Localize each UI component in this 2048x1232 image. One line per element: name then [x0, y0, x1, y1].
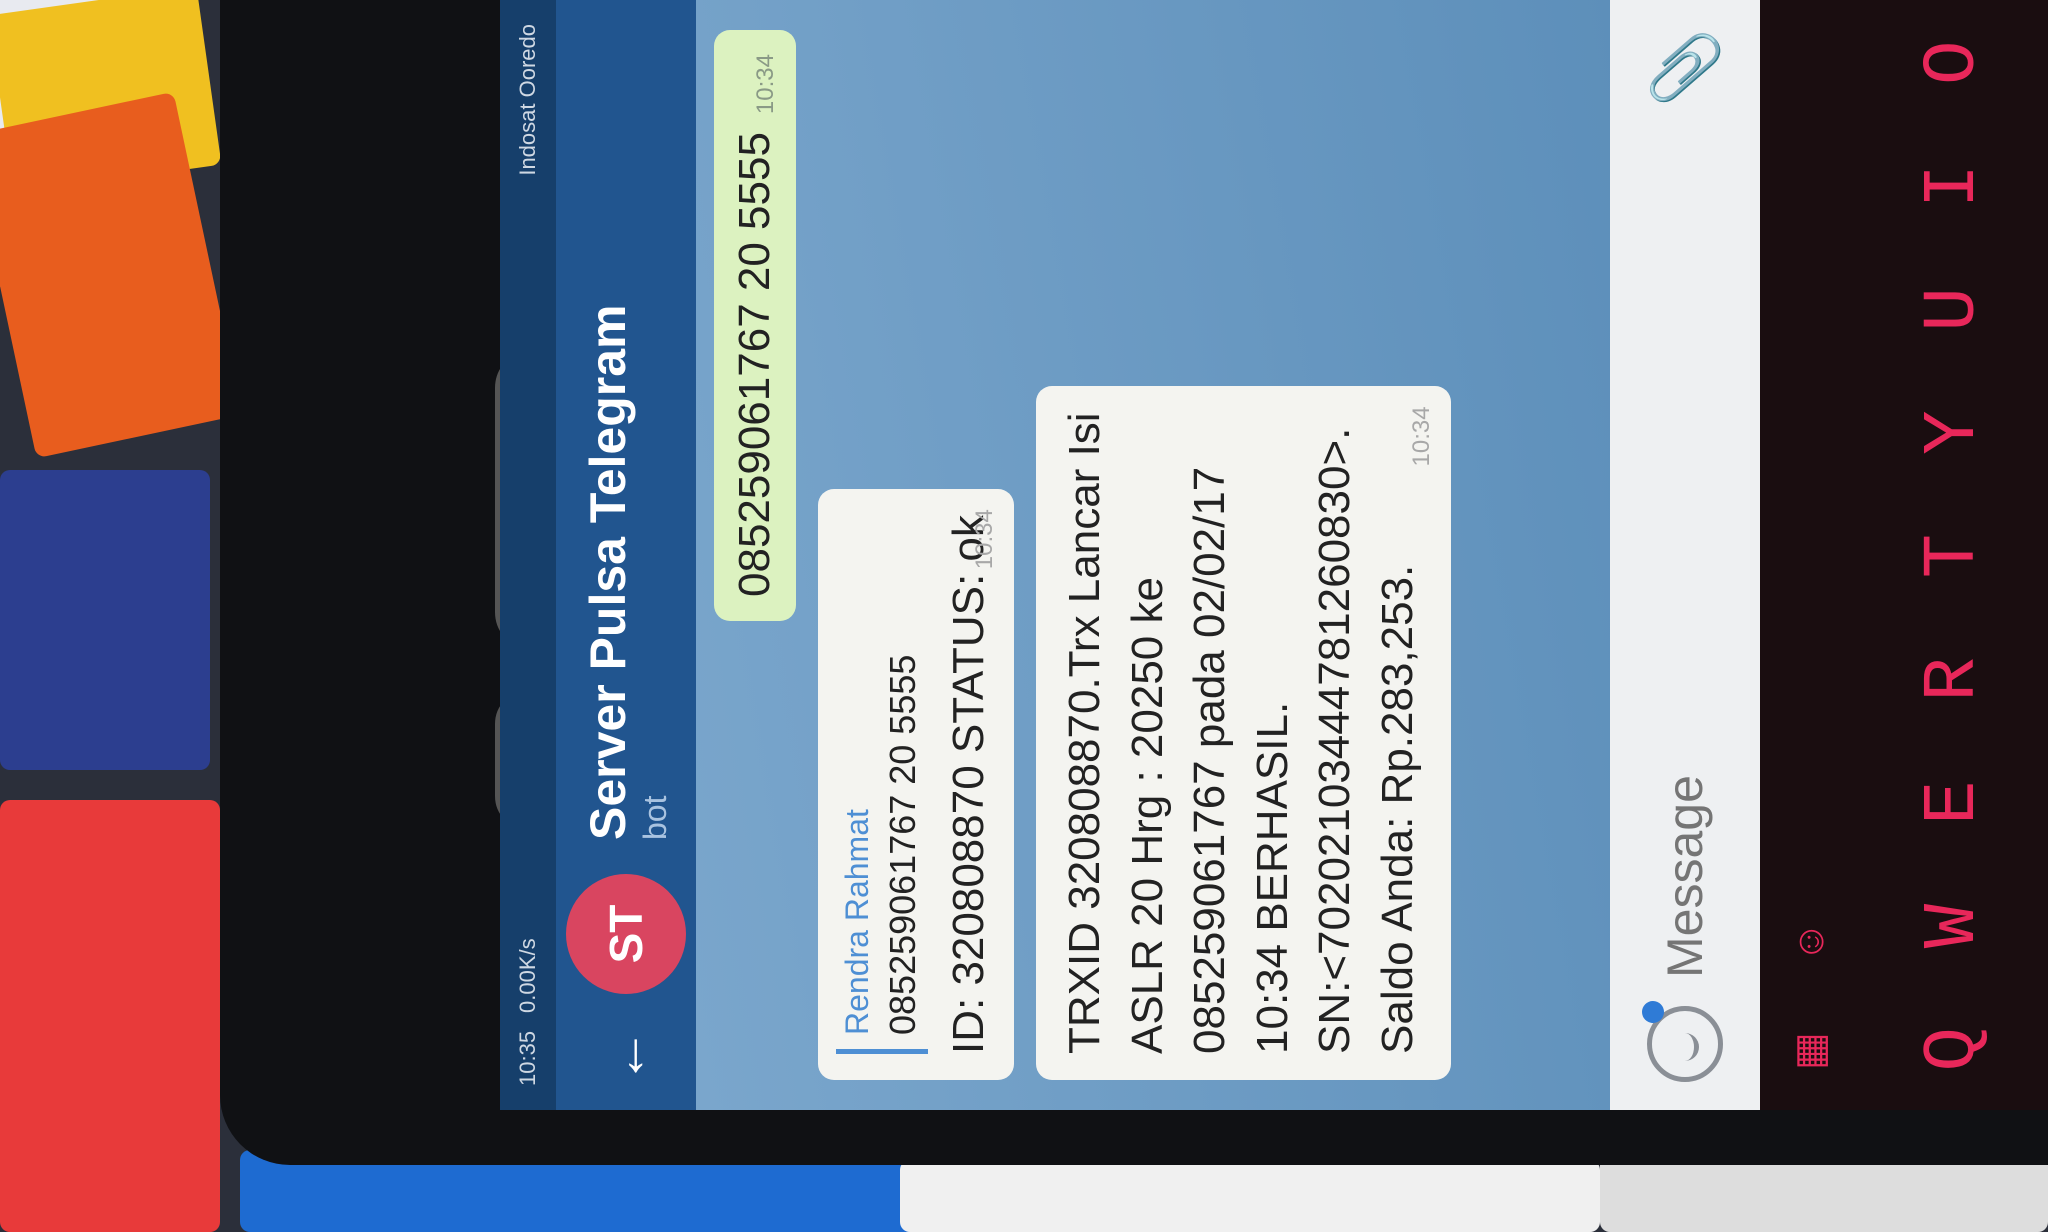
- message-text: 085259061767 20 5555: [730, 132, 779, 597]
- network-speed: 0.00K/s: [515, 938, 540, 1013]
- avatar-initials: ST: [600, 904, 652, 964]
- status-bar: 10:35 0.00K/s Indosat Ooredo: [500, 0, 556, 1110]
- key-e[interactable]: E: [1912, 778, 1996, 824]
- quoted-text: 085259061767 20 5555: [882, 654, 924, 1035]
- chat-subtitle: bot: [636, 795, 673, 840]
- key-r[interactable]: R: [1912, 655, 1996, 701]
- quoted-reply[interactable]: Rendra Rahmat 085259061767 20 5555: [836, 515, 928, 1054]
- emoji-icon[interactable]: [1642, 1001, 1723, 1082]
- sim-card-pack: [0, 470, 210, 770]
- chat-header: ← ST Server Pulsa Telegram bot: [556, 0, 696, 1110]
- message-line: TRXID 320808870.Trx Lancar Isi: [1060, 412, 1110, 1054]
- quoted-sender: Rendra Rahmat: [839, 809, 875, 1035]
- key-o[interactable]: O: [1912, 39, 1996, 85]
- chat-title-block[interactable]: Server Pulsa Telegram bot: [579, 305, 674, 840]
- sim-card-pack: [0, 800, 220, 1232]
- key-i[interactable]: I: [1912, 162, 1996, 208]
- keyboard: ▦ ☺ Q W E R T Y U I O: [1760, 0, 2048, 1110]
- avatar[interactable]: ST: [566, 874, 686, 994]
- incoming-message[interactable]: TRXID 320808870.Trx Lancar Isi ASLR 20 H…: [1036, 386, 1452, 1080]
- grid-icon[interactable]: ▦: [1787, 1032, 1833, 1070]
- sim-card-pack: [900, 1160, 1600, 1232]
- key-w[interactable]: W: [1912, 902, 1996, 948]
- back-arrow-icon[interactable]: ←: [594, 1028, 657, 1084]
- key-u[interactable]: U: [1912, 285, 1996, 331]
- keyboard-toolbar: ▦ ☺: [1760, 0, 1860, 1110]
- message-line: 085259061767 pada 02/02/17: [1185, 466, 1235, 1054]
- message-line: 10:34 BERHASIL.: [1247, 701, 1297, 1054]
- message-input[interactable]: [1655, 133, 1715, 980]
- message-list[interactable]: 085259061767 20 5555 10:34 Rendra Rahmat…: [696, 0, 1610, 1110]
- message-line: Saldo Anda: Rp.283,253.: [1372, 564, 1422, 1054]
- keyboard-row-qwerty: Q W E R T Y U I O: [1860, 0, 2048, 1110]
- key-y[interactable]: Y: [1912, 408, 1996, 454]
- message-time: 10:34: [752, 54, 779, 115]
- outgoing-message[interactable]: 085259061767 20 5555 10:34: [714, 30, 796, 621]
- message-time: 10:34: [971, 509, 999, 570]
- key-t[interactable]: T: [1912, 532, 1996, 578]
- message-line: ASLR 20 Hrg : 20250 ke: [1122, 577, 1172, 1054]
- carrier-name: Indosat Ooredo: [515, 24, 540, 176]
- message-time: 10:34: [1407, 406, 1435, 467]
- chat-title: Server Pulsa Telegram: [579, 304, 636, 840]
- key-q[interactable]: Q: [1912, 1025, 1996, 1071]
- paperclip-icon[interactable]: 📎: [1648, 28, 1723, 108]
- phone-screen: 10:35 0.00K/s Indosat Ooredo ← ST Server…: [500, 0, 1760, 1110]
- keyboard-rows: ▦ ☺ Q W E R T Y U I O: [1760, 0, 2048, 1110]
- incoming-message[interactable]: Rendra Rahmat 085259061767 20 5555 ID: 3…: [818, 489, 1015, 1080]
- message-composer: 📎: [1610, 0, 1760, 1110]
- message-text: ID: 320808870 STATUS: ok: [943, 515, 993, 1054]
- notification-dot: [1642, 1001, 1664, 1023]
- message-line: SN:<70202103444781260830>.: [1310, 427, 1360, 1054]
- status-time: 10:35: [515, 1030, 540, 1086]
- sticker-icon[interactable]: ☺: [1788, 921, 1833, 962]
- telegram-chat-screen: 10:35 0.00K/s Indosat Ooredo ← ST Server…: [500, 0, 1760, 1110]
